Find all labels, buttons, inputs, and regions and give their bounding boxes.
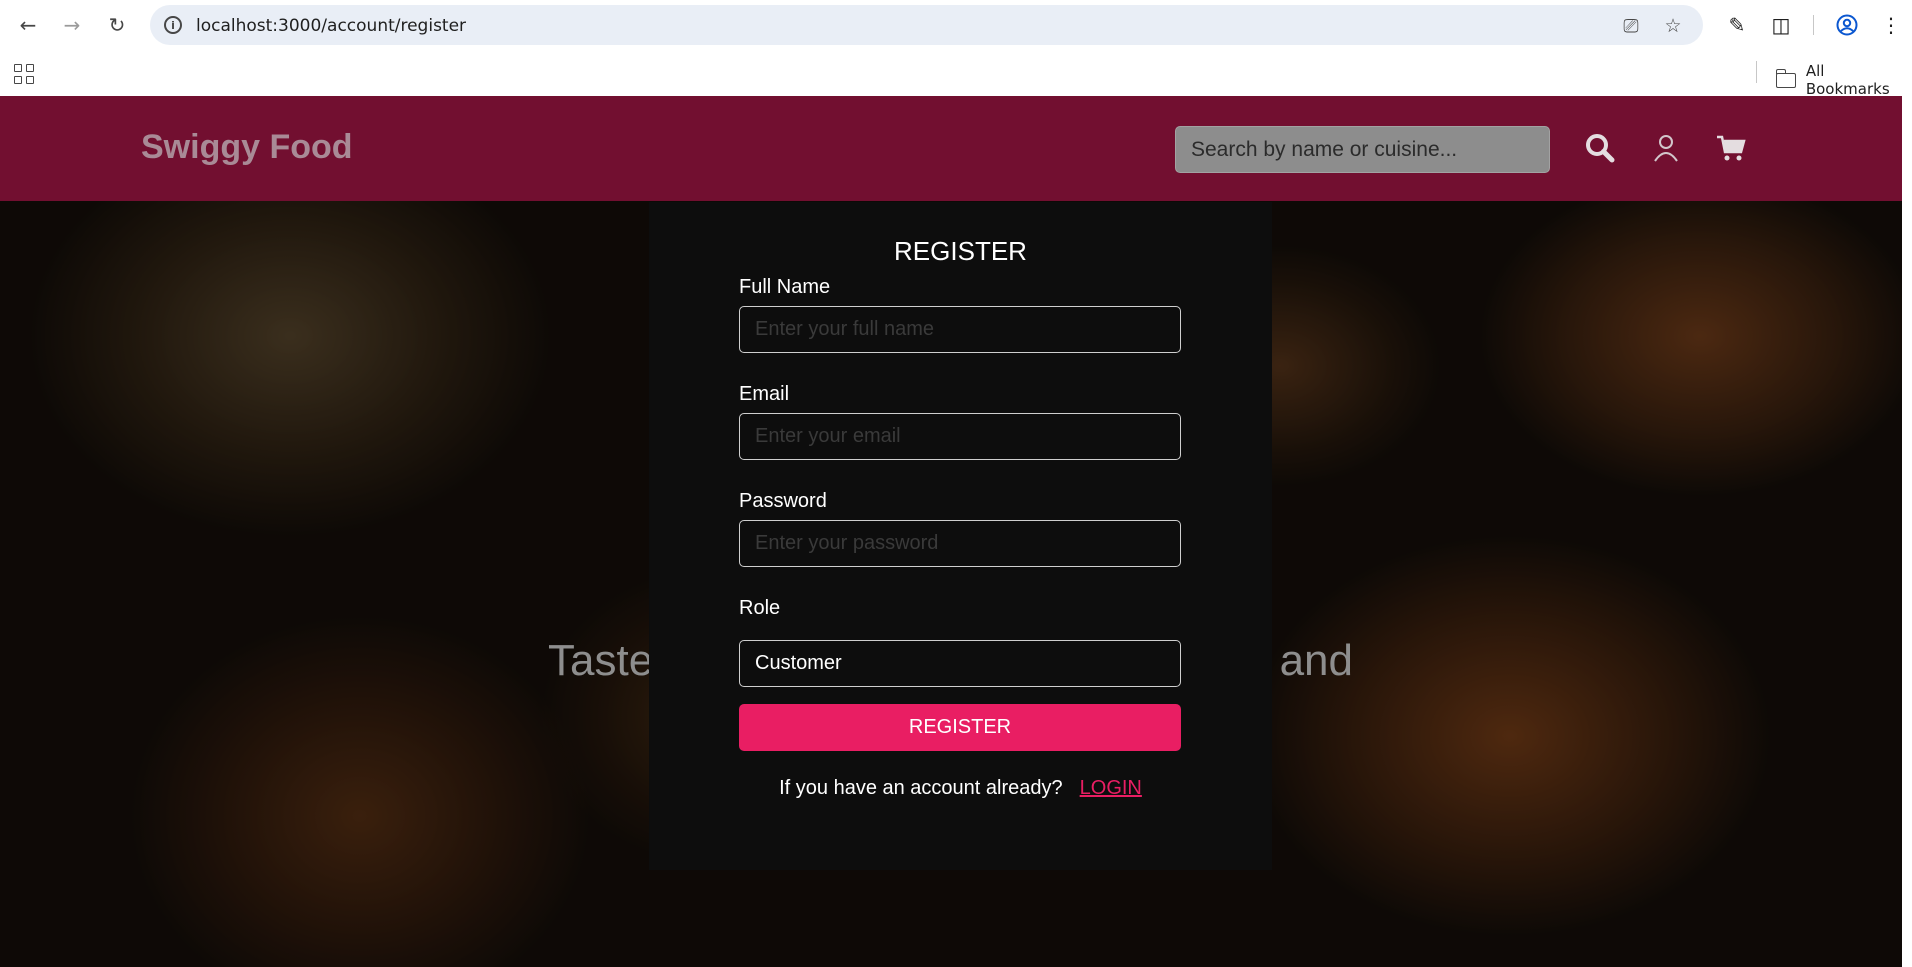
bookmarks-divider [1756, 61, 1757, 83]
folder-icon [1775, 68, 1796, 88]
page-viewport: Taste and Swiggy Food REGISTER Full Name… [0, 96, 1902, 967]
brand-logo[interactable]: Swiggy Food [141, 128, 353, 167]
full-name-label: Full Name [739, 276, 831, 298]
hero-tagline-right: and [1279, 636, 1353, 685]
cart-icon[interactable] [1715, 132, 1747, 164]
site-header: Swiggy Food [0, 96, 1902, 201]
profile-icon[interactable] [1834, 12, 1860, 38]
full-name-input[interactable] [739, 306, 1181, 353]
user-icon[interactable] [1650, 132, 1682, 164]
hero-tagline-left: Taste [548, 636, 654, 685]
address-bar[interactable]: i localhost:3000/account/register ⎚ ☆ [150, 5, 1703, 45]
toolbar-divider [1813, 15, 1814, 35]
site-info-icon[interactable]: i [164, 16, 182, 34]
back-arrow-icon[interactable]: ← [14, 11, 42, 39]
url-text[interactable]: localhost:3000/account/register [196, 16, 466, 36]
role-select[interactable]: Customer [739, 640, 1181, 687]
role-label: Role [739, 597, 781, 619]
forward-arrow-icon[interactable]: → [58, 11, 86, 39]
login-link[interactable]: LOGIN [1080, 777, 1142, 800]
extensions-icon[interactable]: ◫ [1768, 12, 1794, 38]
star-icon[interactable]: ☆ [1662, 15, 1684, 37]
install-app-icon[interactable]: ⎚ [1620, 15, 1642, 37]
search-icon[interactable] [1584, 132, 1616, 164]
login-prompt-text: If you have an account already? [779, 777, 1063, 799]
bookmarks-bar: All Bookmarks [0, 50, 1912, 98]
search-input[interactable] [1175, 126, 1550, 173]
all-bookmarks-label: All Bookmarks [1805, 62, 1890, 98]
reload-icon[interactable]: ↻ [103, 11, 131, 39]
password-label: Password [739, 490, 827, 512]
apps-grid-icon[interactable] [14, 64, 34, 84]
email-input[interactable] [739, 413, 1181, 460]
login-prompt-row: If you have an account already? LOGIN [649, 777, 1272, 800]
register-title: REGISTER [894, 236, 1027, 266]
email-label: Email [739, 383, 790, 405]
register-button[interactable]: REGISTER [739, 704, 1181, 751]
browser-toolbar: ← → ↻ i localhost:3000/account/register … [0, 0, 1912, 50]
eyedropper-icon[interactable]: ✎ [1724, 12, 1750, 38]
register-card: REGISTER Full Name Email Password Role C… [649, 202, 1272, 870]
role-selected-value: Customer [755, 652, 842, 674]
all-bookmarks-button[interactable]: All Bookmarks [1775, 62, 1912, 98]
password-input[interactable] [739, 520, 1181, 567]
more-menu-icon[interactable]: ⋮ [1878, 12, 1904, 38]
